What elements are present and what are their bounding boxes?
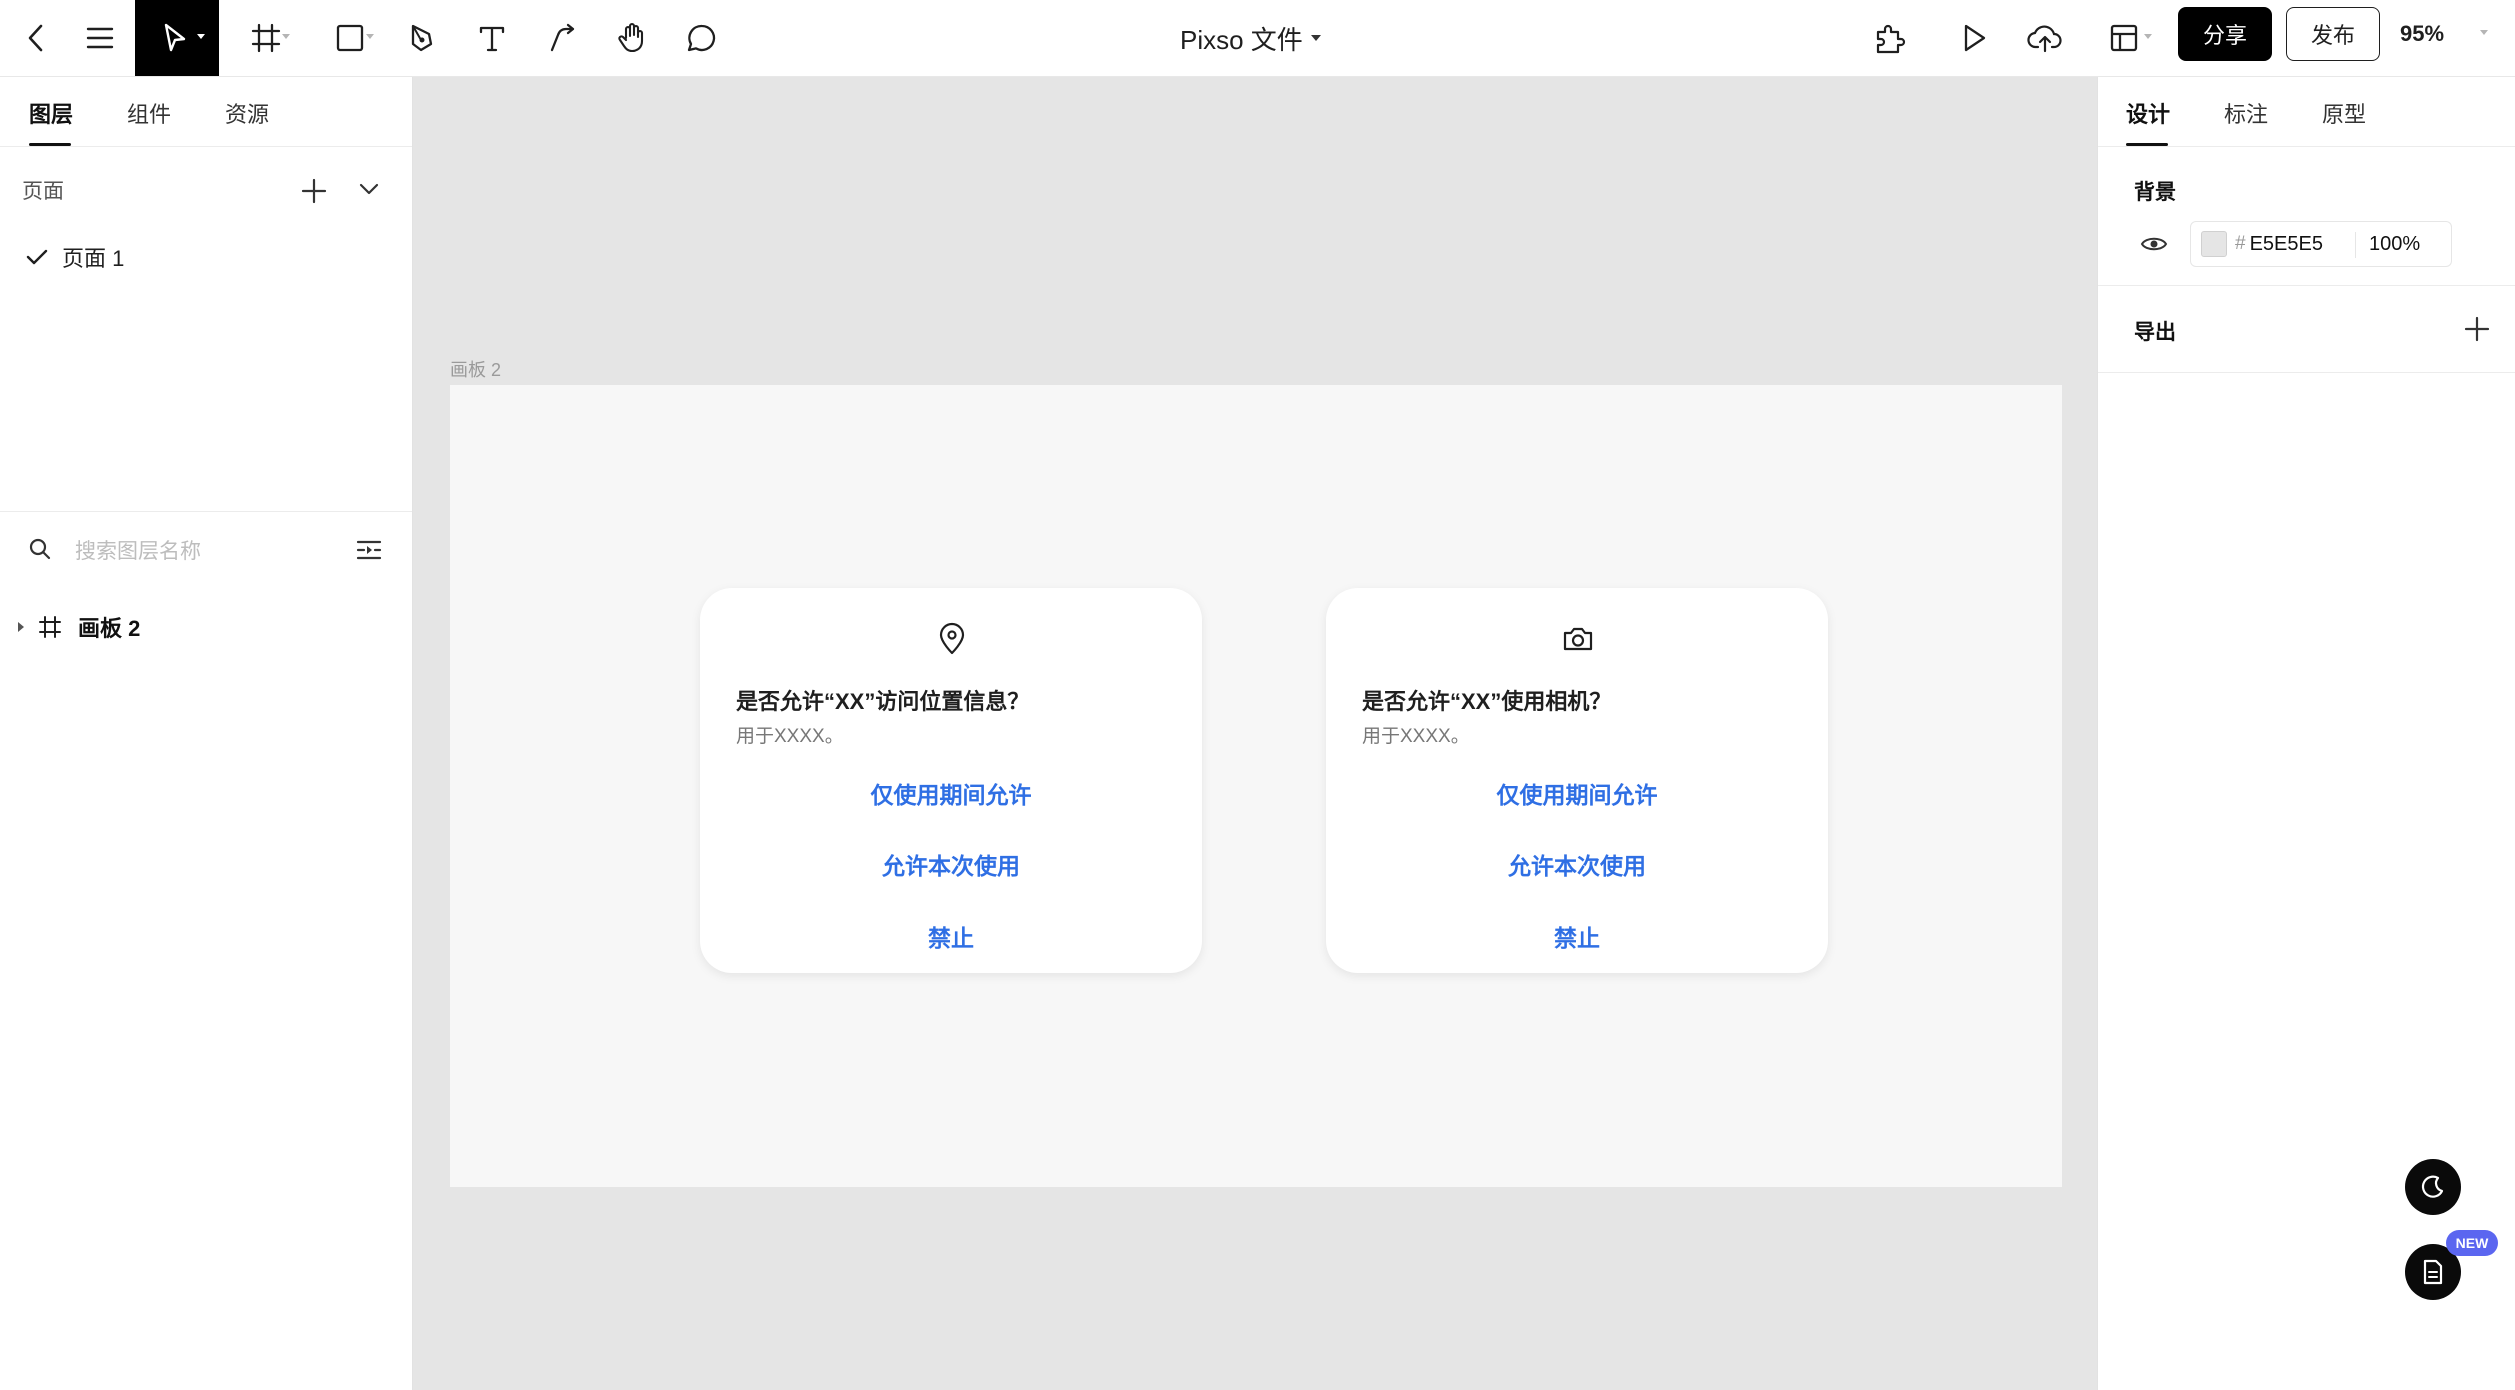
divider — [2098, 285, 2515, 286]
add-page-icon[interactable] — [301, 178, 327, 204]
artboard[interactable]: 是否允许“XX”访问位置信息？ 用于XXXX。 仅使用期间允许 允许本次使用 禁… — [450, 385, 2062, 1187]
cloud-upload-icon — [2027, 25, 2062, 53]
allow-while-using-button[interactable]: 仅使用期间允许 — [700, 776, 1202, 810]
background-label: 背景 — [2134, 181, 2176, 204]
plugins-button[interactable] — [1868, 0, 1912, 76]
chevron-down-icon[interactable] — [358, 181, 380, 197]
document-title-text: Pixso 文件 — [1180, 24, 1303, 55]
divider — [2355, 232, 2356, 258]
moon-icon — [2421, 1175, 2444, 1198]
dialog-subtitle: 用于XXXX。 — [736, 726, 844, 747]
color-hex-value[interactable]: E5E5E5 — [2250, 233, 2323, 256]
divider — [0, 511, 412, 512]
tab-layers[interactable]: 图层 — [29, 97, 73, 129]
connector-icon — [550, 23, 575, 52]
new-badge: NEW — [2446, 1230, 2498, 1256]
layout-icon — [2110, 24, 2138, 52]
tool-caret — [2144, 34, 2152, 39]
back-button[interactable] — [14, 0, 58, 76]
connector-tool-button[interactable] — [540, 0, 584, 76]
allow-while-using-button[interactable]: 仅使用期间允许 — [1326, 776, 1828, 810]
pen-tool-button[interactable] — [400, 0, 444, 76]
upload-button[interactable] — [2022, 0, 2068, 76]
puzzle-icon — [1876, 24, 1906, 54]
page-item[interactable]: 页面 1 — [26, 242, 124, 272]
hand-tool-button[interactable] — [610, 0, 654, 76]
chevron-left-icon — [28, 24, 43, 52]
rectangle-icon — [336, 24, 364, 52]
permission-dialog-location[interactable]: 是否允许“XX”访问位置信息？ 用于XXXX。 仅使用期间允许 允许本次使用 禁… — [700, 588, 1202, 973]
opacity-value[interactable]: 100% — [2369, 222, 2420, 266]
layer-search[interactable]: 搜索图层名称 — [0, 517, 412, 583]
location-pin-icon — [939, 622, 965, 655]
play-icon — [1964, 24, 1986, 52]
layout-button[interactable] — [2094, 0, 2154, 76]
tool-caret — [282, 34, 290, 39]
tool-caret — [197, 34, 205, 39]
divider — [2098, 372, 2515, 373]
permission-dialog-camera[interactable]: 是否允许“XX”使用相机？ 用于XXXX。 仅使用期间允许 允许本次使用 禁止 — [1326, 588, 1828, 973]
comment-tool-button[interactable] — [680, 0, 724, 76]
export-label: 导出 — [2134, 321, 2176, 344]
top-toolbar: Pixso 文件 分享 发布 95% — [0, 0, 2515, 77]
tab-prototype[interactable]: 原型 — [2322, 97, 2366, 129]
layer-name: 画板 2 — [78, 616, 141, 641]
move-tool-button[interactable] — [135, 0, 219, 76]
document-icon — [2423, 1259, 2443, 1285]
comment-icon — [687, 24, 716, 52]
artboard-label[interactable]: 画板 2 — [450, 356, 501, 382]
pen-icon — [411, 24, 433, 52]
zoom-level[interactable]: 95% — [2400, 0, 2444, 68]
deny-button[interactable]: 禁止 — [700, 919, 1202, 953]
frame-tool-button[interactable] — [236, 0, 296, 76]
present-button[interactable] — [1952, 0, 1996, 76]
chevron-down-icon — [1310, 35, 1321, 41]
left-panel: 图层 组件 资源 页面 页面 1 搜索图层名称 画板 2 — [0, 77, 413, 1390]
allow-once-button[interactable]: 允许本次使用 — [700, 847, 1202, 881]
document-title[interactable]: Pixso 文件 — [1180, 0, 1321, 76]
check-icon — [26, 249, 48, 265]
pages-label: 页面 — [22, 180, 64, 203]
eye-icon[interactable] — [2140, 234, 2168, 254]
layer-item[interactable]: 画板 2 — [0, 607, 412, 647]
hand-icon — [618, 22, 644, 53]
frame-icon — [39, 616, 61, 638]
divider — [2098, 146, 2515, 147]
dialog-title: 是否允许“XX”访问位置信息？ — [736, 689, 1030, 714]
zoom-value: 95% — [2400, 21, 2445, 46]
dark-mode-button[interactable] — [2405, 1159, 2461, 1215]
tab-assets[interactable]: 资源 — [225, 97, 269, 129]
share-button[interactable]: 分享 — [2178, 7, 2272, 61]
menu-icon — [86, 27, 114, 49]
tab-components[interactable]: 组件 — [127, 97, 171, 129]
cursor-arrow-icon — [164, 23, 186, 52]
main-menu-button[interactable] — [78, 0, 122, 76]
dialog-subtitle: 用于XXXX。 — [1362, 726, 1470, 747]
tab-annotate[interactable]: 标注 — [2224, 97, 2268, 129]
deny-button[interactable]: 禁止 — [1326, 919, 1828, 953]
tool-caret — [366, 34, 374, 39]
text-icon — [479, 26, 505, 52]
search-input[interactable]: 搜索图层名称 — [75, 535, 201, 565]
allow-once-button[interactable]: 允许本次使用 — [1326, 847, 1828, 881]
publish-button[interactable]: 发布 — [2286, 7, 2380, 61]
expand-arrow-icon[interactable] — [18, 622, 24, 632]
dialog-title: 是否允许“XX”使用相机？ — [1362, 689, 1612, 714]
camera-icon — [1563, 627, 1593, 651]
page-item-label: 页面 1 — [62, 246, 125, 271]
filter-icon[interactable] — [356, 539, 382, 561]
hash-symbol: # — [2235, 233, 2246, 254]
background-color-field[interactable]: # E5E5E5 100% — [2190, 221, 2452, 267]
color-swatch[interactable] — [2201, 231, 2227, 257]
shape-tool-button[interactable] — [320, 0, 380, 76]
text-tool-button[interactable] — [470, 0, 514, 76]
frame-icon — [251, 23, 281, 53]
add-export-icon[interactable] — [2464, 316, 2490, 342]
divider — [0, 146, 412, 147]
search-icon — [29, 538, 51, 560]
tab-design[interactable]: 设计 — [2126, 97, 2170, 129]
zoom-dropdown-icon[interactable] — [2480, 30, 2488, 35]
